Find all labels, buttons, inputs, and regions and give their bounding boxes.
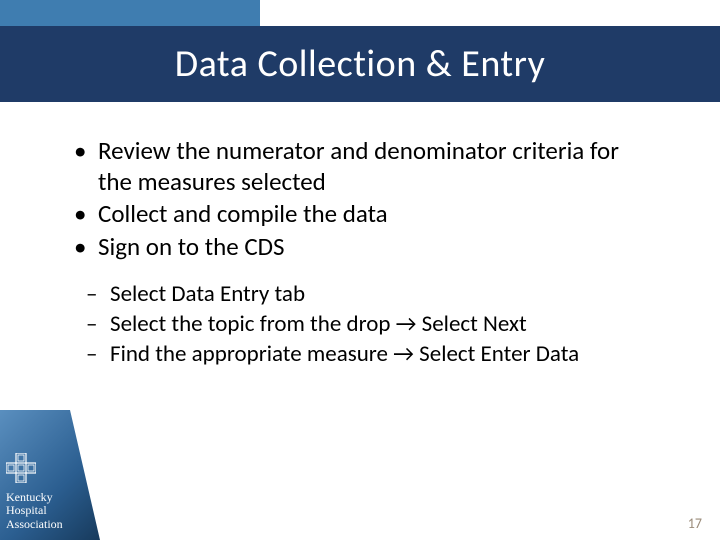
plus-icon <box>6 453 36 483</box>
page-number: 17 <box>688 515 702 532</box>
title-bar: Data Collection & Entry <box>0 26 720 102</box>
slide: Data Collection & Entry Review the numer… <box>0 0 720 540</box>
sub-bullet-item: Select the topic from the drop → Select … <box>84 310 640 338</box>
footer-decoration: Kentucky Hospital Association <box>0 410 120 540</box>
sub-bullet-item: Find the appropriate measure → Select En… <box>84 340 640 368</box>
bullet-item: Sign on to the CDS <box>70 232 640 263</box>
slide-title: Data Collection & Entry <box>175 41 546 87</box>
bullet-list: Review the numerator and denominator cri… <box>70 136 640 262</box>
sub-bullet-item: Select Data Entry tab <box>84 280 640 308</box>
accent-bar <box>0 0 260 26</box>
bullet-item: Collect and compile the data <box>70 199 640 230</box>
sub-bullet-list: Select Data Entry tab Select the topic f… <box>84 280 640 368</box>
org-name-line: Hospital <box>6 504 63 518</box>
bullet-item: Review the numerator and denominator cri… <box>70 136 640 197</box>
org-name-line: Kentucky <box>6 491 63 505</box>
content-area: Review the numerator and denominator cri… <box>70 136 640 370</box>
footer-logo: Kentucky Hospital Association <box>6 453 63 532</box>
org-name-line: Association <box>6 518 63 532</box>
